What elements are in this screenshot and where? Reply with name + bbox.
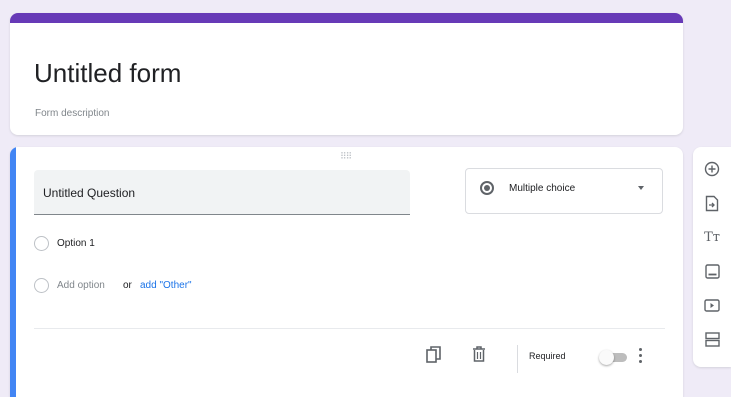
add-option-radio-icon <box>34 278 49 293</box>
add-video-icon[interactable] <box>697 291 727 319</box>
question-card[interactable]: ⠿⠿ Untitled Question Multiple choice Opt… <box>10 147 683 397</box>
multiple-choice-icon <box>480 181 494 195</box>
question-title-text: Untitled Question <box>43 186 136 200</box>
floating-toolbar: Tт <box>693 147 731 367</box>
add-other-link[interactable]: add "Other" <box>140 280 192 291</box>
question-type-select[interactable]: Multiple choice <box>465 168 663 214</box>
question-title-input[interactable]: Untitled Question <box>34 170 410 215</box>
add-option-link[interactable]: Add option <box>57 280 105 291</box>
form-accent-bar <box>10 13 683 23</box>
option-radio-icon <box>34 236 49 251</box>
form-description[interactable]: Form description <box>35 108 109 119</box>
or-text: or <box>123 280 132 291</box>
add-section-icon[interactable] <box>697 325 727 353</box>
question-type-label: Multiple choice <box>509 183 576 194</box>
required-label: Required <box>529 351 566 361</box>
required-toggle[interactable] <box>599 350 629 365</box>
form-title-card[interactable]: Untitled form Form description <box>10 13 683 135</box>
add-title-icon[interactable]: Tт <box>697 223 727 251</box>
dropdown-arrow-icon <box>638 186 644 190</box>
delete-icon[interactable] <box>472 345 486 368</box>
more-vert-icon[interactable] <box>637 344 645 368</box>
footer-divider <box>34 328 665 329</box>
active-card-indicator <box>10 147 16 397</box>
drag-handle-icon[interactable]: ⠿⠿ <box>340 151 352 162</box>
duplicate-icon[interactable] <box>426 346 442 369</box>
add-question-icon[interactable] <box>697 155 727 183</box>
add-image-icon[interactable] <box>697 257 727 285</box>
option-1-label[interactable]: Option 1 <box>57 238 95 249</box>
toggle-thumb <box>599 350 614 365</box>
form-title[interactable]: Untitled form <box>34 57 181 89</box>
footer-separator <box>517 345 518 373</box>
import-questions-icon[interactable] <box>697 189 727 217</box>
